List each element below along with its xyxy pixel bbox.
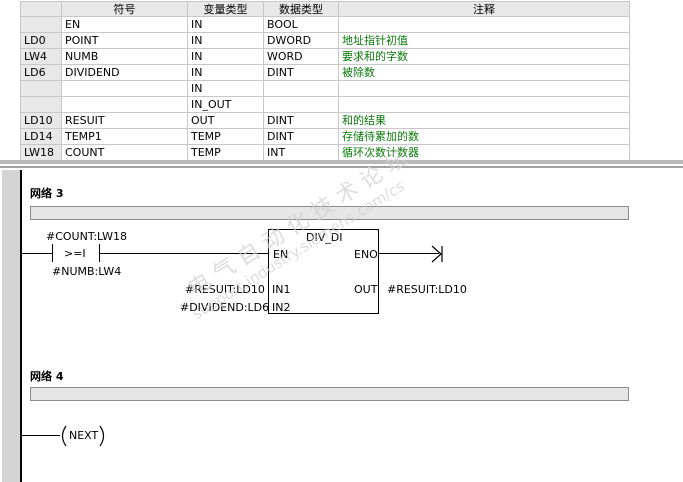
cell-comment[interactable]: 存储待累加的数 bbox=[339, 129, 630, 145]
cell-var-type[interactable]: IN bbox=[188, 81, 264, 97]
cell-addr[interactable]: LD10 bbox=[20, 113, 62, 129]
header-symbol[interactable]: 符号 bbox=[62, 1, 188, 17]
cell-symbol[interactable] bbox=[62, 97, 188, 113]
network-4-title[interactable]: 网络 4 bbox=[30, 368, 63, 384]
cell-data-type[interactable] bbox=[264, 81, 339, 97]
cell-comment[interactable] bbox=[339, 97, 630, 113]
pin-en-label: EN bbox=[273, 248, 289, 261]
cell-symbol[interactable]: EN bbox=[62, 17, 188, 33]
cell-data-type[interactable] bbox=[264, 97, 339, 113]
table-row[interactable]: LD0 POINT IN DWORD 地址指针初值 bbox=[20, 33, 630, 49]
editor-top-border bbox=[0, 166, 683, 168]
cell-data-type[interactable]: DINT bbox=[264, 129, 339, 145]
pin-in1-label: IN1 bbox=[272, 283, 291, 296]
cell-symbol[interactable]: POINT bbox=[62, 33, 188, 49]
cell-var-type[interactable]: IN_OUT bbox=[188, 97, 264, 113]
cell-data-type[interactable]: DINT bbox=[264, 65, 339, 81]
variable-table: 符号 变量类型 数据类型 注释 EN IN BOOL LD0 POINT IN DWORD 地… bbox=[0, 0, 683, 164]
table-row[interactable]: LW4 NUMB IN WORD 要求和的字数 bbox=[20, 49, 630, 65]
div-di-box-title: DIV_DI bbox=[306, 231, 343, 244]
table-row[interactable]: LD14 TEMP1 TEMP DINT 存储待累加的数 bbox=[20, 129, 630, 145]
network-3-title[interactable]: 网络 3 bbox=[30, 185, 63, 201]
table-row[interactable]: LW18 COUNT TEMP INT 循环次数计数器 bbox=[20, 145, 630, 161]
cell-addr[interactable]: LD14 bbox=[20, 129, 62, 145]
cell-var-type[interactable]: IN bbox=[188, 17, 264, 33]
pin-eno-label: ENO bbox=[354, 248, 378, 261]
cell-addr[interactable]: LD6 bbox=[20, 65, 62, 81]
wire-contact-to-box bbox=[100, 253, 269, 254]
header-data-type[interactable]: 数据类型 bbox=[264, 1, 339, 17]
cell-comment[interactable]: 循环次数计数器 bbox=[339, 145, 630, 161]
cell-var-type[interactable]: TEMP bbox=[188, 129, 264, 145]
network-end-arrow-icon bbox=[431, 245, 443, 263]
cell-var-type[interactable]: IN bbox=[188, 65, 264, 81]
cell-var-type[interactable]: IN bbox=[188, 49, 264, 65]
table-row[interactable]: IN_OUT bbox=[20, 97, 630, 113]
cell-comment[interactable]: 被除数 bbox=[339, 65, 630, 81]
cell-symbol[interactable]: DIVIDEND bbox=[62, 65, 188, 81]
table-header-row: 符号 变量类型 数据类型 注释 bbox=[20, 1, 630, 17]
cell-data-type[interactable]: DINT bbox=[264, 113, 339, 129]
table-row[interactable]: LD6 DIVIDEND IN DINT 被除数 bbox=[20, 65, 630, 81]
cell-addr[interactable] bbox=[20, 81, 62, 97]
cell-comment[interactable]: 和的结果 bbox=[339, 113, 630, 129]
contact-top-operand[interactable]: #COUNT:LW18 bbox=[46, 230, 127, 243]
contact-left-bar[interactable] bbox=[52, 244, 53, 262]
header-var-type[interactable]: 变量类型 bbox=[188, 1, 264, 17]
gutter bbox=[2, 170, 20, 482]
table-row[interactable]: EN IN BOOL bbox=[20, 17, 630, 33]
cell-data-type[interactable]: BOOL bbox=[264, 17, 339, 33]
in1-operand[interactable]: #RESUIT:LD10 bbox=[185, 283, 265, 296]
cell-addr[interactable]: LD0 bbox=[20, 33, 62, 49]
cell-comment[interactable] bbox=[339, 81, 630, 97]
ladder-editor: 网络 3 >=I #COUNT:LW18 #NUMB:LW4 DIV_DI EN… bbox=[0, 146, 683, 482]
pin-out-label: OUT bbox=[354, 283, 378, 296]
wire-rail-to-coil bbox=[22, 435, 60, 436]
cell-symbol[interactable]: COUNT bbox=[62, 145, 188, 161]
in2-operand[interactable]: #DIVIDEND:LD6 bbox=[180, 301, 269, 314]
cell-var-type[interactable]: TEMP bbox=[188, 145, 264, 161]
cell-comment[interactable] bbox=[339, 17, 630, 33]
contact-compare-op[interactable]: >=I bbox=[64, 247, 86, 260]
network-4-comment-field[interactable] bbox=[30, 387, 629, 401]
pin-in2-label: IN2 bbox=[272, 301, 291, 314]
cell-symbol[interactable]: TEMP1 bbox=[62, 129, 188, 145]
header-comment[interactable]: 注释 bbox=[339, 1, 630, 17]
network-3-comment-field[interactable] bbox=[30, 206, 629, 220]
cell-symbol[interactable]: NUMB bbox=[62, 49, 188, 65]
out-operand[interactable]: #RESUIT:LD10 bbox=[387, 283, 467, 296]
cell-symbol[interactable]: RESUIT bbox=[62, 113, 188, 129]
wire-rail-to-contact bbox=[22, 253, 52, 254]
cell-addr[interactable]: LW18 bbox=[20, 145, 62, 161]
table-row[interactable]: LD10 RESUIT OUT DINT 和的结果 bbox=[20, 113, 630, 129]
contact-bottom-operand[interactable]: #NUMB:LW4 bbox=[52, 265, 121, 278]
cell-data-type[interactable]: WORD bbox=[264, 49, 339, 65]
cell-addr[interactable] bbox=[20, 97, 62, 113]
cell-symbol[interactable] bbox=[62, 81, 188, 97]
cell-var-type[interactable]: IN bbox=[188, 33, 264, 49]
cell-comment[interactable]: 要求和的字数 bbox=[339, 49, 630, 65]
cell-comment[interactable]: 地址指针初值 bbox=[339, 33, 630, 49]
table-row[interactable]: IN bbox=[20, 81, 630, 97]
cell-addr[interactable] bbox=[20, 17, 62, 33]
cell-data-type[interactable]: DWORD bbox=[264, 33, 339, 49]
header-addr-cell bbox=[20, 1, 62, 17]
cell-addr[interactable]: LW4 bbox=[20, 49, 62, 65]
table-row-gutter bbox=[0, 0, 20, 163]
cell-var-type[interactable]: OUT bbox=[188, 113, 264, 129]
splitter-bar[interactable] bbox=[0, 160, 683, 164]
next-coil-label[interactable]: NEXT bbox=[69, 429, 98, 442]
cell-data-type[interactable]: INT bbox=[264, 145, 339, 161]
